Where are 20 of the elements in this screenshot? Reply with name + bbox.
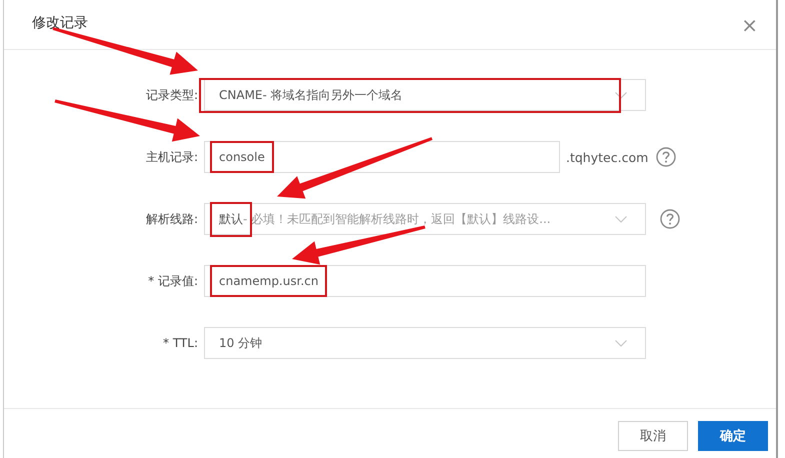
confirm-button[interactable]: 确定 xyxy=(698,420,768,450)
input-field[interactable]: cnamemp.usr.cn xyxy=(204,265,646,297)
chevron-down-icon xyxy=(615,92,627,98)
close-button[interactable]: × xyxy=(737,14,762,34)
field-label: * TTL: xyxy=(162,336,199,350)
field-label: 记录类型: xyxy=(144,86,199,104)
dropdown-field[interactable]: CNAME- 将域名指向另外一个域名 xyxy=(204,79,646,111)
field-label: * 记录值: xyxy=(147,272,199,290)
chevron-down-icon xyxy=(615,340,627,346)
chevron-down-icon xyxy=(615,216,627,222)
cancel-button[interactable]: 取消 xyxy=(618,420,688,450)
help-icon[interactable] xyxy=(656,147,676,167)
dropdown-field[interactable]: 默认- 必填！未匹配到智能解析线路时，返回【默认】线路设... xyxy=(204,203,646,235)
dialog-title: 修改记录 xyxy=(32,14,88,32)
input-field[interactable]: console xyxy=(204,141,560,173)
field-label: 主机记录: xyxy=(144,148,199,166)
help-icon[interactable] xyxy=(660,209,680,229)
dropdown-field[interactable]: 10 分钟 xyxy=(204,327,646,359)
domain-suffix: .tqhytec.com xyxy=(566,150,648,164)
field-label: 解析线路: xyxy=(144,210,199,228)
